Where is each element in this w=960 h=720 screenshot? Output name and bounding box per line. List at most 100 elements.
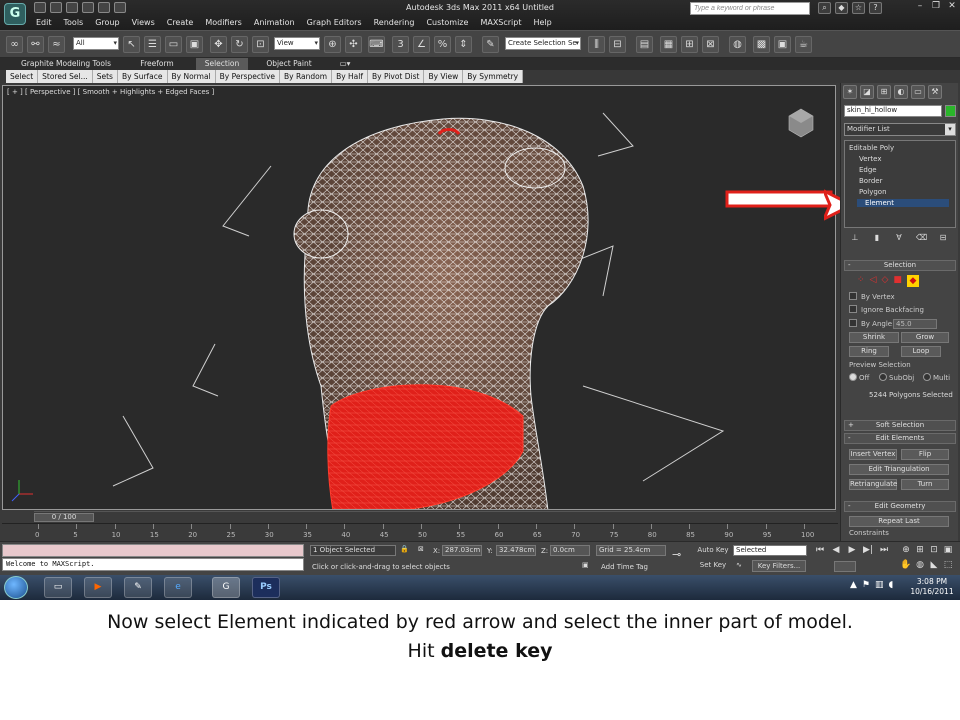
scale-icon[interactable]: ⊡ [252,36,269,53]
go-to-end-icon[interactable]: ⏭ [878,545,890,557]
render-teapot-icon[interactable]: ☕ [795,36,812,53]
curve-editor-icon[interactable]: ⊞ [681,36,698,53]
ie-icon[interactable]: e [164,577,192,598]
media-player-icon[interactable]: ▶ [84,577,112,598]
menu-create[interactable]: Create [161,17,200,29]
motion-tab-icon[interactable]: ◐ [894,85,908,99]
region-zoom-icon[interactable]: ⬚ [942,560,954,572]
ribbon-stored-selections[interactable]: Stored Sel... [38,70,93,83]
menu-rendering[interactable]: Rendering [368,17,421,29]
stack-polygon[interactable]: Polygon [859,188,887,196]
zoom-extents-icon[interactable]: ⊡ [928,545,940,557]
edit-named-selection-icon[interactable]: ✎ [482,36,499,53]
menu-graph-editors[interactable]: Graph Editors [301,17,368,29]
element-level-icon[interactable]: ◆ [906,275,919,287]
next-frame-icon[interactable]: ▶| [862,545,874,557]
track-bar[interactable]: 0 5 10 15 20 25 30 35 40 45 50 55 60 65 70 75 80 85 90 95 10… [2,523,838,541]
photoshop-icon[interactable]: Ps [252,577,280,598]
material-editor-icon[interactable]: ◍ [729,36,746,53]
tab-graphite-modeling-tools[interactable]: Graphite Modeling Tools [20,58,112,70]
snaps-toggle-icon[interactable]: 3 [392,36,409,53]
action-center-icon[interactable]: ⚑ [862,580,870,590]
ribbon-by-normal[interactable]: By Normal [168,70,216,83]
go-to-start-icon[interactable]: ⏮ [814,545,826,557]
make-unique-icon[interactable]: ∀ [894,233,904,243]
insert-vertex-button[interactable]: Insert Vertex [849,449,897,460]
loop-button[interactable]: Loop [901,346,941,357]
tray-expand-icon[interactable]: ▲ [850,580,857,590]
menu-animation[interactable]: Animation [248,17,301,29]
maxscript-listener-input[interactable]: Welcome to MAXScript. [2,558,304,571]
object-color-swatch[interactable] [945,105,956,117]
zoom-all-icon[interactable]: ⊞ [914,545,926,557]
minimize-icon[interactable]: – [912,0,928,13]
zoom-icon[interactable]: ⊕ [900,545,912,557]
pan-icon[interactable]: ✋ [900,560,912,572]
orbit-icon[interactable]: ◍ [914,560,926,572]
lock-selection-icon[interactable]: 🔒 [400,545,409,553]
x-coordinate-field[interactable]: 287.03cm [442,545,482,556]
ribbon-by-view[interactable]: By View [424,70,464,83]
ribbon-by-random[interactable]: By Random [280,70,333,83]
select-object-icon[interactable]: ↖ [123,36,140,53]
y-coordinate-field[interactable]: 32.478cm [496,545,536,556]
rectangular-selection-icon[interactable]: ▭ [165,36,182,53]
3dsmax-icon[interactable]: G [212,577,240,598]
move-icon[interactable]: ✥ [210,36,227,53]
help-icon[interactable]: ? [869,2,882,14]
maximize-viewport-icon[interactable]: ▣ [942,545,954,557]
pivot-center-icon[interactable]: ⊕ [324,36,341,53]
menu-help[interactable]: Help [528,17,558,29]
menu-customize[interactable]: Customize [420,17,474,29]
favorites-star-icon[interactable]: ☆ [852,2,865,14]
set-key-button[interactable]: Set Key [695,560,731,572]
stack-editable-poly[interactable]: Editable Poly [849,144,894,152]
window-crossing-icon[interactable]: ▣ [186,36,203,53]
menu-edit[interactable]: Edit [30,17,58,29]
wacom-icon[interactable]: ✎ [124,577,152,598]
preview-off-radio[interactable]: Off [849,373,869,382]
bind-space-warp-icon[interactable]: ≈ [48,36,65,53]
schematic-view-icon[interactable]: ⊠ [702,36,719,53]
select-manipulate-icon[interactable]: ✣ [345,36,362,53]
maxscript-listener-output[interactable] [2,544,304,557]
graphite-toggle-icon[interactable]: ▦ [660,36,677,53]
explorer-icon[interactable]: ▭ [44,577,72,598]
z-coordinate-field[interactable]: 0.0cm [550,545,590,556]
ribbon-by-surface[interactable]: By Surface [118,70,168,83]
align-icon[interactable]: ⊟ [609,36,626,53]
edit-elements-rollout-header[interactable]: - Edit Elements [844,433,956,444]
modify-tab-icon[interactable]: ◪ [860,85,874,99]
by-vertex-checkbox[interactable]: By Vertex [849,292,895,301]
stack-border[interactable]: Border [859,177,882,185]
select-by-name-icon[interactable]: ☰ [144,36,161,53]
named-selection-dropdown[interactable]: Create Selection Se [505,37,581,50]
ribbon-by-symmetry[interactable]: By Symmetry [463,70,524,83]
previous-frame-icon[interactable]: ◀ [830,545,842,557]
stack-vertex[interactable]: Vertex [859,155,882,163]
menu-modifiers[interactable]: Modifiers [199,17,248,29]
preview-multi-radio[interactable]: Multi [923,373,950,382]
selection-rollout-header[interactable]: - Selection [844,260,956,271]
link-icon[interactable]: ∞ [6,36,23,53]
add-time-tag-label[interactable]: Add Time Tag [601,563,648,571]
edge-level-icon[interactable]: ◁ [870,275,877,287]
edit-triangulation-button[interactable]: Edit Triangulation [849,464,949,475]
edit-geometry-rollout-header[interactable]: - Edit Geometry [844,501,956,512]
angle-snap-icon[interactable]: ∠ [413,36,430,53]
tab-freeform[interactable]: Freeform [120,58,194,70]
play-icon[interactable]: ▶ [846,545,858,557]
key-mode-dropdown[interactable]: Selected [733,545,807,556]
stack-element[interactable]: Element [857,199,949,207]
modifier-list-dropdown[interactable]: Modifier List [844,123,956,136]
render-setup-icon[interactable]: ▩ [753,36,770,53]
time-slider-thumb[interactable]: 0 / 100 [34,513,94,522]
vertex-level-icon[interactable]: ⁘ [857,275,865,287]
unlink-icon[interactable]: ⚯ [27,36,44,53]
show-end-result-icon[interactable]: ▮ [872,233,882,243]
ribbon-by-perspective[interactable]: By Perspective [216,70,281,83]
ignore-backfacing-checkbox[interactable]: Ignore Backfacing [849,305,924,314]
restore-icon[interactable]: ❐ [928,0,944,13]
object-name-field[interactable]: skin_hi_hollow [844,105,942,117]
current-frame-field[interactable] [834,561,856,572]
